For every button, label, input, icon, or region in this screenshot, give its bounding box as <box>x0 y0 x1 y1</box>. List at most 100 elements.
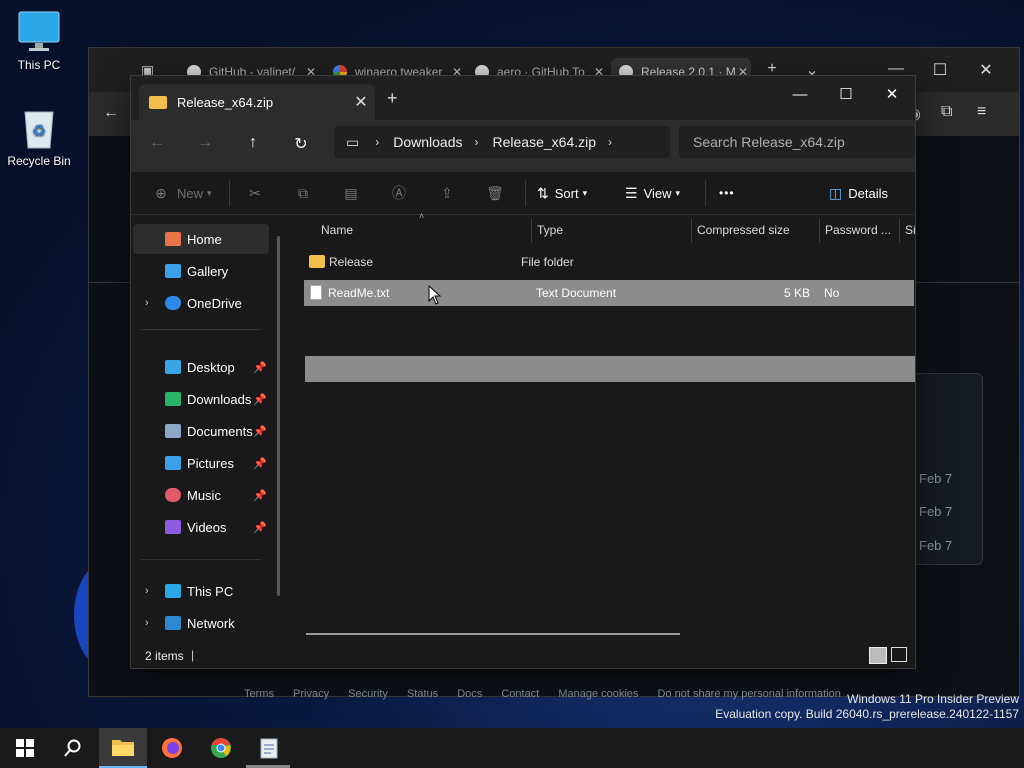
pin-icon[interactable]: 📌 <box>253 425 267 438</box>
footer-link[interactable]: Contact <box>501 688 539 700</box>
nav-label: Music <box>187 487 221 503</box>
nav-item-pictures[interactable]: Pictures 📌 <box>133 448 269 478</box>
horizontal-scrollbar[interactable] <box>306 633 680 635</box>
footer-link[interactable]: Manage cookies <box>558 688 638 700</box>
taskbar-chrome[interactable] <box>198 728 244 768</box>
new-button[interactable]: ⊕ New ▾ <box>151 181 211 205</box>
column-divider[interactable] <box>819 219 820 243</box>
forward-arrow-icon[interactable]: → <box>191 134 219 158</box>
table-row-selected[interactable]: ReadMe.txt Text Document 5 KB No <box>304 280 914 306</box>
breadcrumb-downloads[interactable]: Downloads <box>393 134 462 150</box>
nav-scrollbar[interactable] <box>277 236 280 596</box>
start-button[interactable] <box>2 728 48 768</box>
paste-icon: ▤ <box>344 184 358 201</box>
chevron-right-icon[interactable]: › <box>145 585 149 597</box>
chevron-right-icon[interactable]: › <box>475 135 479 149</box>
share-button[interactable]: ⇪ <box>437 181 457 205</box>
video-icon <box>165 520 181 534</box>
details-view-icon[interactable] <box>869 647 887 664</box>
up-arrow-icon[interactable]: ↑ <box>239 134 267 158</box>
nav-item-music[interactable]: Music 📌 <box>133 480 269 510</box>
text-caret: | <box>191 648 195 662</box>
watermark-line: Windows 11 Pro Insider Preview <box>847 692 1019 706</box>
chevron-right-icon[interactable]: › <box>375 135 379 149</box>
rename-icon: Ⓐ <box>392 185 406 201</box>
refresh-icon[interactable]: ↻ <box>287 134 315 158</box>
maximize-icon[interactable]: ☐ <box>925 60 955 80</box>
nav-item-downloads[interactable]: Downloads 📌 <box>133 384 269 414</box>
close-icon[interactable]: ✕ <box>347 92 375 112</box>
footer-link[interactable]: Security <box>348 688 388 700</box>
pin-icon[interactable]: 📌 <box>253 361 267 374</box>
extensions-icon[interactable]: ⧉ <box>941 103 952 121</box>
desktop-icon-this-pc[interactable]: This PC <box>1 10 77 72</box>
close-icon[interactable]: ✕ <box>971 60 1001 80</box>
nav-item-home[interactable]: Home <box>133 224 269 254</box>
chevron-right-icon[interactable]: › <box>608 135 612 149</box>
column-divider[interactable] <box>691 219 692 243</box>
folder-icon <box>112 740 134 756</box>
item-count: 2 items <box>145 649 184 663</box>
details-label: Details <box>848 185 888 201</box>
search-input[interactable]: Search Release_x64.zip <box>679 126 915 158</box>
table-row[interactable] <box>305 356 915 382</box>
delete-button[interactable]: 🗑 <box>485 181 505 205</box>
footer-link[interactable]: Status <box>407 688 438 700</box>
footer-link[interactable]: Privacy <box>293 688 329 700</box>
footer-link[interactable]: Terms <box>244 688 274 700</box>
taskbar-firefox[interactable] <box>149 728 195 768</box>
cloud-icon <box>165 296 181 310</box>
close-window-icon[interactable]: ✕ <box>869 80 915 108</box>
sort-button[interactable]: ⇅ Sort ▾ <box>537 181 587 205</box>
nav-item-desktop[interactable]: Desktop 📌 <box>133 352 269 382</box>
column-header-type[interactable]: Type <box>537 215 563 245</box>
nav-item-network[interactable]: › Network <box>133 608 269 638</box>
new-tab-icon[interactable]: + <box>387 88 398 109</box>
back-arrow-icon[interactable]: ← <box>103 104 119 122</box>
breadcrumb-release-zip[interactable]: Release_x64.zip <box>493 134 597 150</box>
nav-item-documents[interactable]: Documents 📌 <box>133 416 269 446</box>
column-header-name[interactable]: Name <box>321 215 353 245</box>
copy-button[interactable]: ⧉ <box>293 181 313 205</box>
taskbar-file-explorer[interactable] <box>99 728 147 768</box>
network-icon <box>165 616 181 630</box>
column-divider[interactable] <box>531 219 532 243</box>
rename-button[interactable]: Ⓐ <box>389 181 409 205</box>
folder-icon <box>309 255 325 268</box>
chevron-right-icon[interactable]: › <box>145 617 149 629</box>
column-divider[interactable] <box>899 219 900 243</box>
tiles-view-icon[interactable] <box>891 647 907 662</box>
nav-item-onedrive[interactable]: › OneDrive <box>133 288 269 318</box>
taskbar-notepad[interactable] <box>246 728 292 768</box>
view-button[interactable]: ☰ View ▾ <box>625 181 680 205</box>
table-row[interactable]: Release File folder <box>305 249 915 275</box>
address-bar[interactable]: ▭ › Downloads › Release_x64.zip › <box>334 126 670 158</box>
column-header-password[interactable]: Password ... <box>825 215 891 245</box>
nav-item-videos[interactable]: Videos 📌 <box>133 512 269 542</box>
cut-button[interactable]: ✂ <box>245 181 265 205</box>
paste-button[interactable]: ▤ <box>341 181 361 205</box>
pin-icon[interactable]: 📌 <box>253 521 267 534</box>
search-button[interactable] <box>50 728 96 768</box>
maximize-icon[interactable]: ☐ <box>823 80 869 108</box>
pin-icon[interactable]: 📌 <box>253 489 267 502</box>
back-arrow-icon[interactable]: ← <box>143 134 171 158</box>
minimize-icon[interactable]: — <box>777 80 823 108</box>
nav-label: Pictures <box>187 455 234 471</box>
column-header-compressed-size[interactable]: Compressed size <box>697 215 790 245</box>
address-toolbar: ← → ↑ ↻ ▭ › Downloads › Release_x64.zip … <box>131 120 915 172</box>
nav-item-this-pc[interactable]: › This PC <box>133 576 269 606</box>
nav-item-gallery[interactable]: Gallery <box>133 256 269 286</box>
pin-icon[interactable]: 📌 <box>253 393 267 406</box>
column-header-size[interactable]: Si <box>905 215 915 245</box>
more-options-button[interactable]: ••• <box>719 181 735 205</box>
zip-folder-icon <box>149 95 167 109</box>
explorer-tab[interactable]: Release_x64.zip ✕ <box>139 84 375 120</box>
pin-icon[interactable]: 📌 <box>253 457 267 470</box>
view-icon: ☰ <box>625 184 638 201</box>
chevron-right-icon[interactable]: › <box>145 297 149 309</box>
details-button[interactable]: ◫ Details <box>829 181 888 205</box>
footer-link[interactable]: Docs <box>457 688 482 700</box>
menu-icon[interactable]: ≡ <box>977 103 986 121</box>
desktop-icon-recycle-bin[interactable]: ♻ Recycle Bin <box>1 106 77 168</box>
